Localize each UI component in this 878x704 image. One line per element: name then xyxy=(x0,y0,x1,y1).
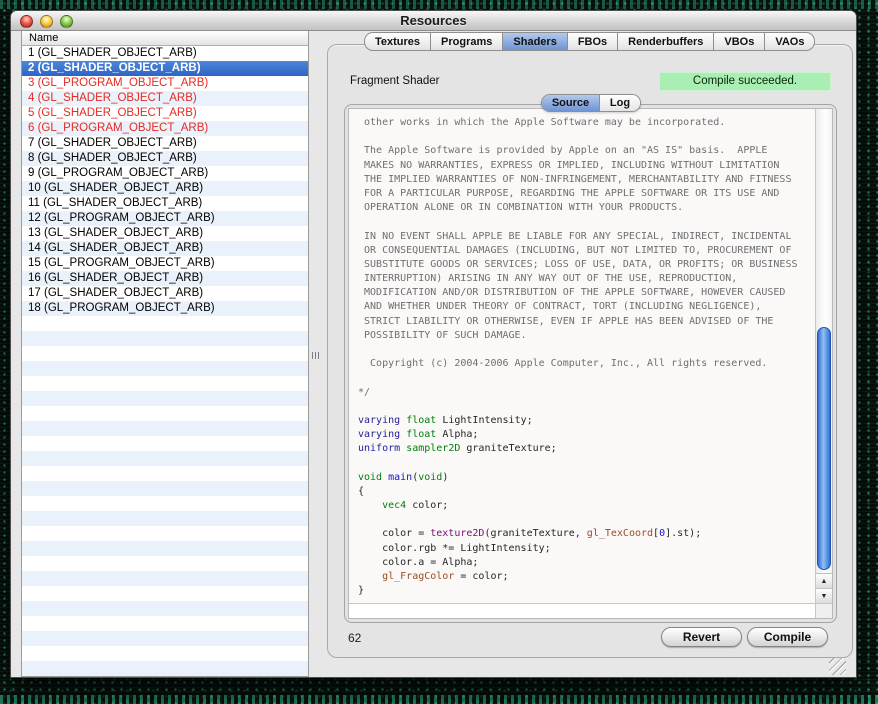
shader-source-editor[interactable]: other works in which the Apple Software … xyxy=(349,109,815,603)
source-line xyxy=(358,343,815,357)
source-line: IN NO EVENT SHALL APPLE BE LIABLE FOR AN… xyxy=(358,230,815,244)
scroll-down-button[interactable]: ▼ xyxy=(816,588,832,603)
source-line xyxy=(358,371,815,385)
source-line: FOR A PARTICULAR PURPOSE, REGARDING THE … xyxy=(358,187,815,201)
list-item[interactable]: 5 (GL_SHADER_OBJECT_ARB) xyxy=(22,106,308,121)
tab-programs[interactable]: Programs xyxy=(430,32,503,51)
list-item[interactable]: 18 (GL_PROGRAM_OBJECT_ARB) xyxy=(22,301,308,316)
source-line xyxy=(358,457,815,471)
source-line: varying float LightIntensity; xyxy=(358,414,815,428)
list-item[interactable]: 14 (GL_SHADER_OBJECT_ARB) xyxy=(22,241,308,256)
source-line: { xyxy=(358,485,815,499)
source-line: void main(void) xyxy=(358,471,815,485)
shader-type-label: Fragment Shader xyxy=(350,75,440,87)
source-line: vec4 color; xyxy=(358,499,815,513)
resources-window: Resources Name 1 (GL_SHADER_OBJECT_ARB)2… xyxy=(10,10,857,678)
source-line: varying float Alpha; xyxy=(358,428,815,442)
source-line: STRICT LIABILITY OR OTHERWISE, EVEN IF A… xyxy=(358,315,815,329)
source-line: MODIFICATION AND/OR DISTRIBUTION OF THE … xyxy=(358,286,815,300)
compile-status-badge: Compile succeeded. xyxy=(659,72,831,91)
source-line: } xyxy=(358,584,815,598)
list-item[interactable]: 9 (GL_PROGRAM_OBJECT_ARB) xyxy=(22,166,308,181)
close-button[interactable] xyxy=(20,15,33,28)
list-item[interactable]: 4 (GL_SHADER_OBJECT_ARB) xyxy=(22,91,308,106)
tab-vbos[interactable]: VBOs xyxy=(713,32,765,51)
revert-button[interactable]: Revert xyxy=(661,627,742,647)
title-bar[interactable]: Resources xyxy=(11,11,856,31)
tab-source[interactable]: Source xyxy=(542,95,600,111)
source-line: other works in which the Apple Software … xyxy=(358,116,815,130)
window-title: Resources xyxy=(11,11,856,31)
resource-list-panel: Name 1 (GL_SHADER_OBJECT_ARB)2 (GL_SHADE… xyxy=(21,31,309,677)
source-line: MAKES NO WARRANTIES, EXPRESS OR IMPLIED,… xyxy=(358,159,815,173)
list-item[interactable]: 2 (GL_SHADER_OBJECT_ARB) xyxy=(22,61,308,76)
list-item[interactable]: 15 (GL_PROGRAM_OBJECT_ARB) xyxy=(22,256,308,271)
tab-textures[interactable]: Textures xyxy=(364,32,431,51)
resize-grip[interactable] xyxy=(829,658,846,675)
source-editor-well: other works in which the Apple Software … xyxy=(344,104,837,623)
source-line xyxy=(358,130,815,144)
compile-button[interactable]: Compile xyxy=(747,627,828,647)
resource-tab-strip: TexturesProgramsShadersFBOsRenderbuffers… xyxy=(364,32,815,51)
tab-vaos[interactable]: VAOs xyxy=(764,32,815,51)
splitter-grip[interactable] xyxy=(312,352,321,359)
source-line xyxy=(358,215,815,229)
source-line: SUBSTITUTE GOODS OR SERVICES; LOSS OF US… xyxy=(358,258,815,272)
list-item[interactable]: 7 (GL_SHADER_OBJECT_ARB) xyxy=(22,136,308,151)
tab-shaders[interactable]: Shaders xyxy=(502,32,567,51)
list-item[interactable]: 11 (GL_SHADER_OBJECT_ARB) xyxy=(22,196,308,211)
source-line xyxy=(358,513,815,527)
tab-log[interactable]: Log xyxy=(600,95,640,111)
source-line: THE IMPLIED WARRANTIES OF NON-INFRINGEME… xyxy=(358,173,815,187)
source-line: uniform sampler2D graniteTexture; xyxy=(358,442,815,456)
source-line: POSSIBILITY OF SUCH DAMAGE. xyxy=(358,329,815,343)
source-line: color = texture2D(graniteTexture, gl_Tex… xyxy=(358,527,815,541)
horizontal-scrollbar[interactable] xyxy=(349,603,815,618)
source-editor-frame: other works in which the Apple Software … xyxy=(348,108,833,619)
source-line: color.a = Alpha; xyxy=(358,556,815,570)
list-item[interactable]: 17 (GL_SHADER_OBJECT_ARB) xyxy=(22,286,308,301)
scrollbar-corner xyxy=(815,603,832,618)
source-line xyxy=(358,400,815,414)
source-line: gl_FragColor = color; xyxy=(358,570,815,584)
minimize-button[interactable] xyxy=(40,15,53,28)
list-item[interactable]: 12 (GL_PROGRAM_OBJECT_ARB) xyxy=(22,211,308,226)
list-item[interactable]: 6 (GL_PROGRAM_OBJECT_ARB) xyxy=(22,121,308,136)
list-item[interactable]: 1 (GL_SHADER_OBJECT_ARB) xyxy=(22,46,308,61)
list-item[interactable]: 13 (GL_SHADER_OBJECT_ARB) xyxy=(22,226,308,241)
list-item[interactable]: 8 (GL_SHADER_OBJECT_ARB) xyxy=(22,151,308,166)
list-item[interactable]: 16 (GL_SHADER_OBJECT_ARB) xyxy=(22,271,308,286)
source-log-segmented-control: Source Log xyxy=(541,94,641,112)
list-item[interactable]: 10 (GL_SHADER_OBJECT_ARB) xyxy=(22,181,308,196)
list-item[interactable]: 3 (GL_PROGRAM_OBJECT_ARB) xyxy=(22,76,308,91)
scrollbar-thumb[interactable] xyxy=(817,327,831,570)
source-line: The Apple Software is provided by Apple … xyxy=(358,144,815,158)
tab-fbos[interactable]: FBOs xyxy=(567,32,618,51)
source-line: AND WHETHER UNDER THEORY OF CONTRACT, TO… xyxy=(358,300,815,314)
source-line: */ xyxy=(358,386,815,400)
resource-list: 1 (GL_SHADER_OBJECT_ARB)2 (GL_SHADER_OBJ… xyxy=(22,46,308,676)
source-line: OR CONSEQUENTIAL DAMAGES (INCLUDING, BUT… xyxy=(358,244,815,258)
scroll-up-button[interactable]: ▲ xyxy=(816,573,832,588)
line-count-label: 62 xyxy=(348,631,361,645)
name-column-header[interactable]: Name xyxy=(22,31,308,46)
desktop-background: Resources Name 1 (GL_SHADER_OBJECT_ARB)2… xyxy=(0,0,878,704)
source-line: color.rgb *= LightIntensity; xyxy=(358,542,815,556)
source-line: Copyright (c) 2004-2006 Apple Computer, … xyxy=(358,357,815,371)
zoom-button[interactable] xyxy=(60,15,73,28)
source-line: INTERRUPTION) ARISING IN ANY WAY OUT OF … xyxy=(358,272,815,286)
tab-renderbuffers[interactable]: Renderbuffers xyxy=(617,32,714,51)
source-line: OPERATION ALONE OR IN COMBINATION WITH Y… xyxy=(358,201,815,215)
vertical-scrollbar[interactable]: ▲ ▼ xyxy=(815,109,832,603)
